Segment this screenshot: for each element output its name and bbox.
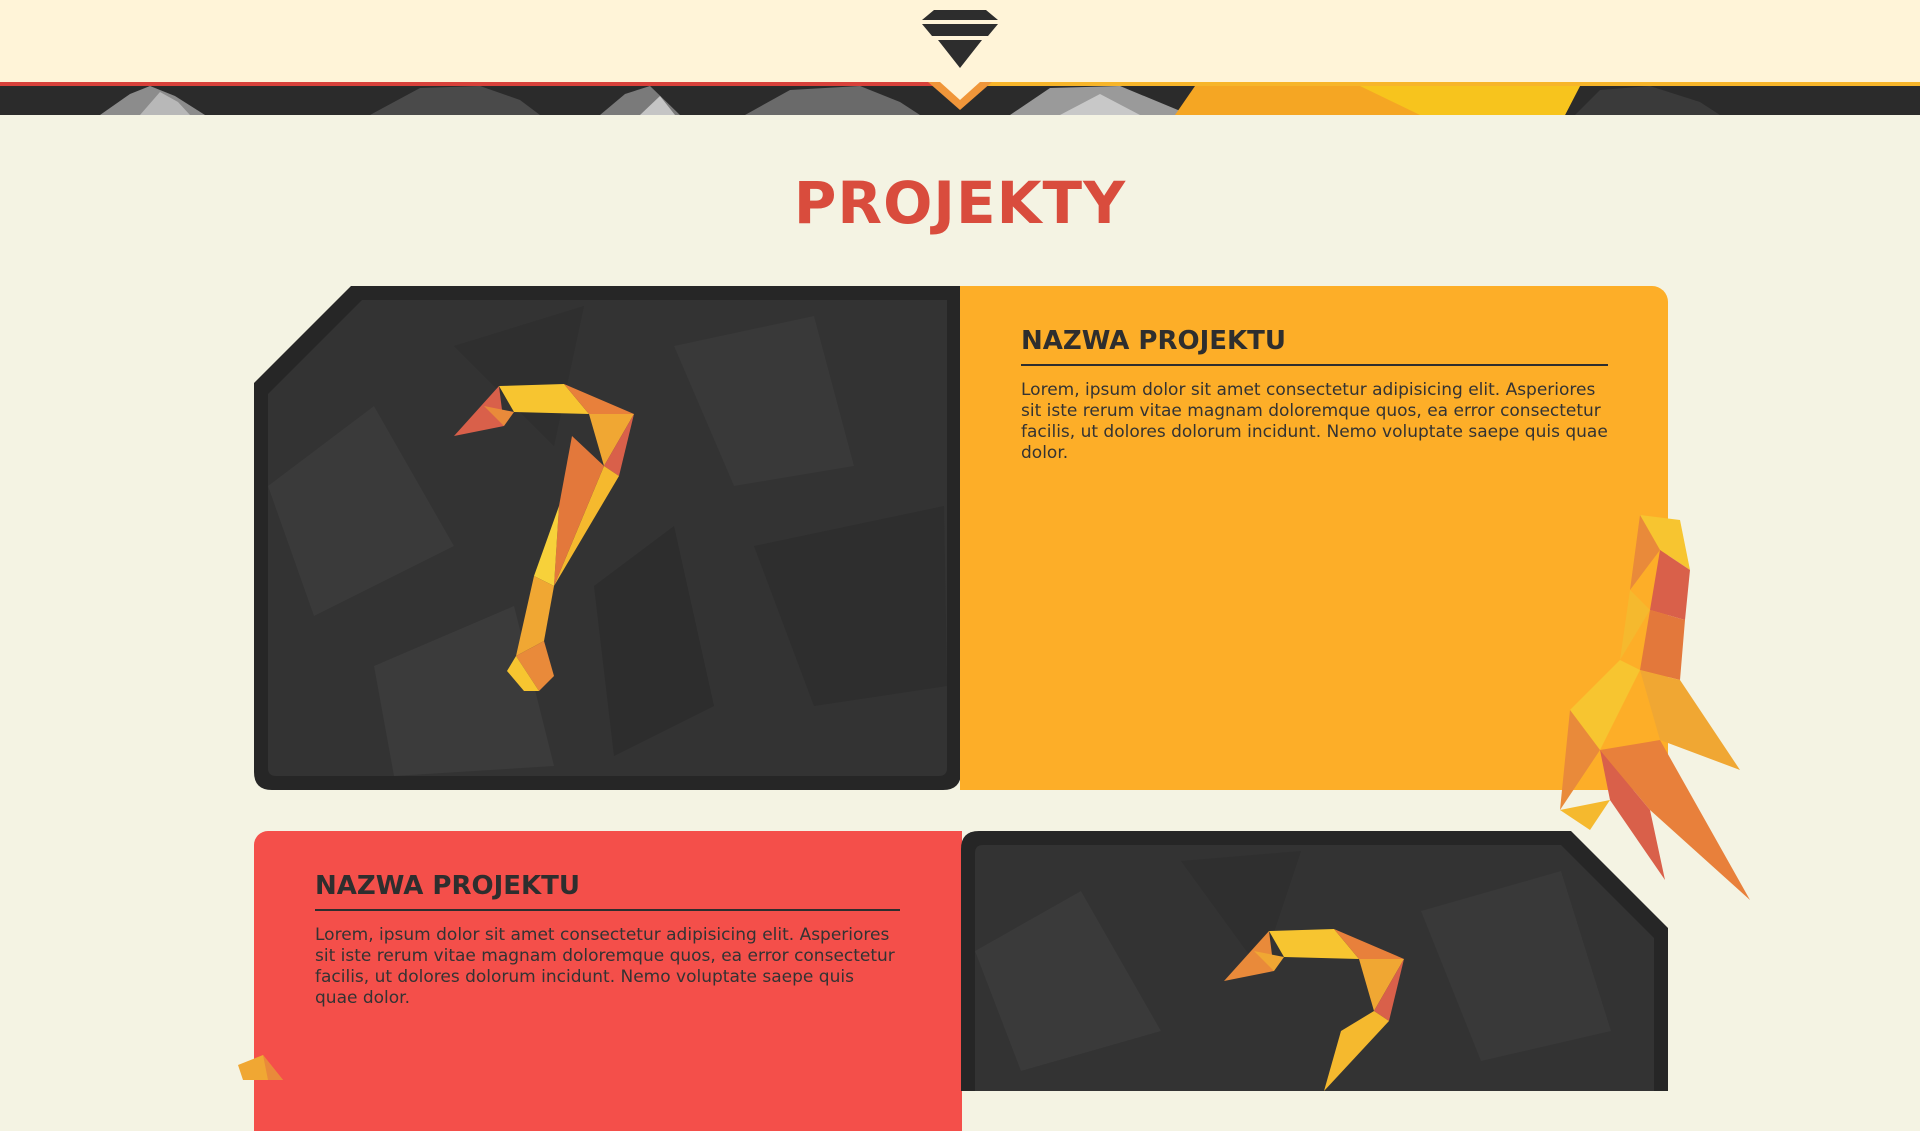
inverted-triangle-logo-icon[interactable] [922,10,998,70]
page-title: PROJEKTY [793,169,1127,237]
project-description: Lorem, ipsum dolor sit amet consectetur … [315,925,895,1008]
project-image-frame[interactable] [254,286,961,790]
lowpoly-flame-shard-icon [238,1055,283,1080]
project-description: Lorem, ipsum dolor sit amet consectetur … [1021,380,1608,463]
header-pointer-arrow [928,82,992,110]
project-name: NAZWA PROJEKTU [1021,324,1608,366]
project-name: NAZWA PROJEKTU [315,869,900,911]
project-image-frame[interactable] [961,831,1668,1091]
project-info-panel: NAZWA PROJEKTU Lorem, ipsum dolor sit am… [254,831,962,1131]
